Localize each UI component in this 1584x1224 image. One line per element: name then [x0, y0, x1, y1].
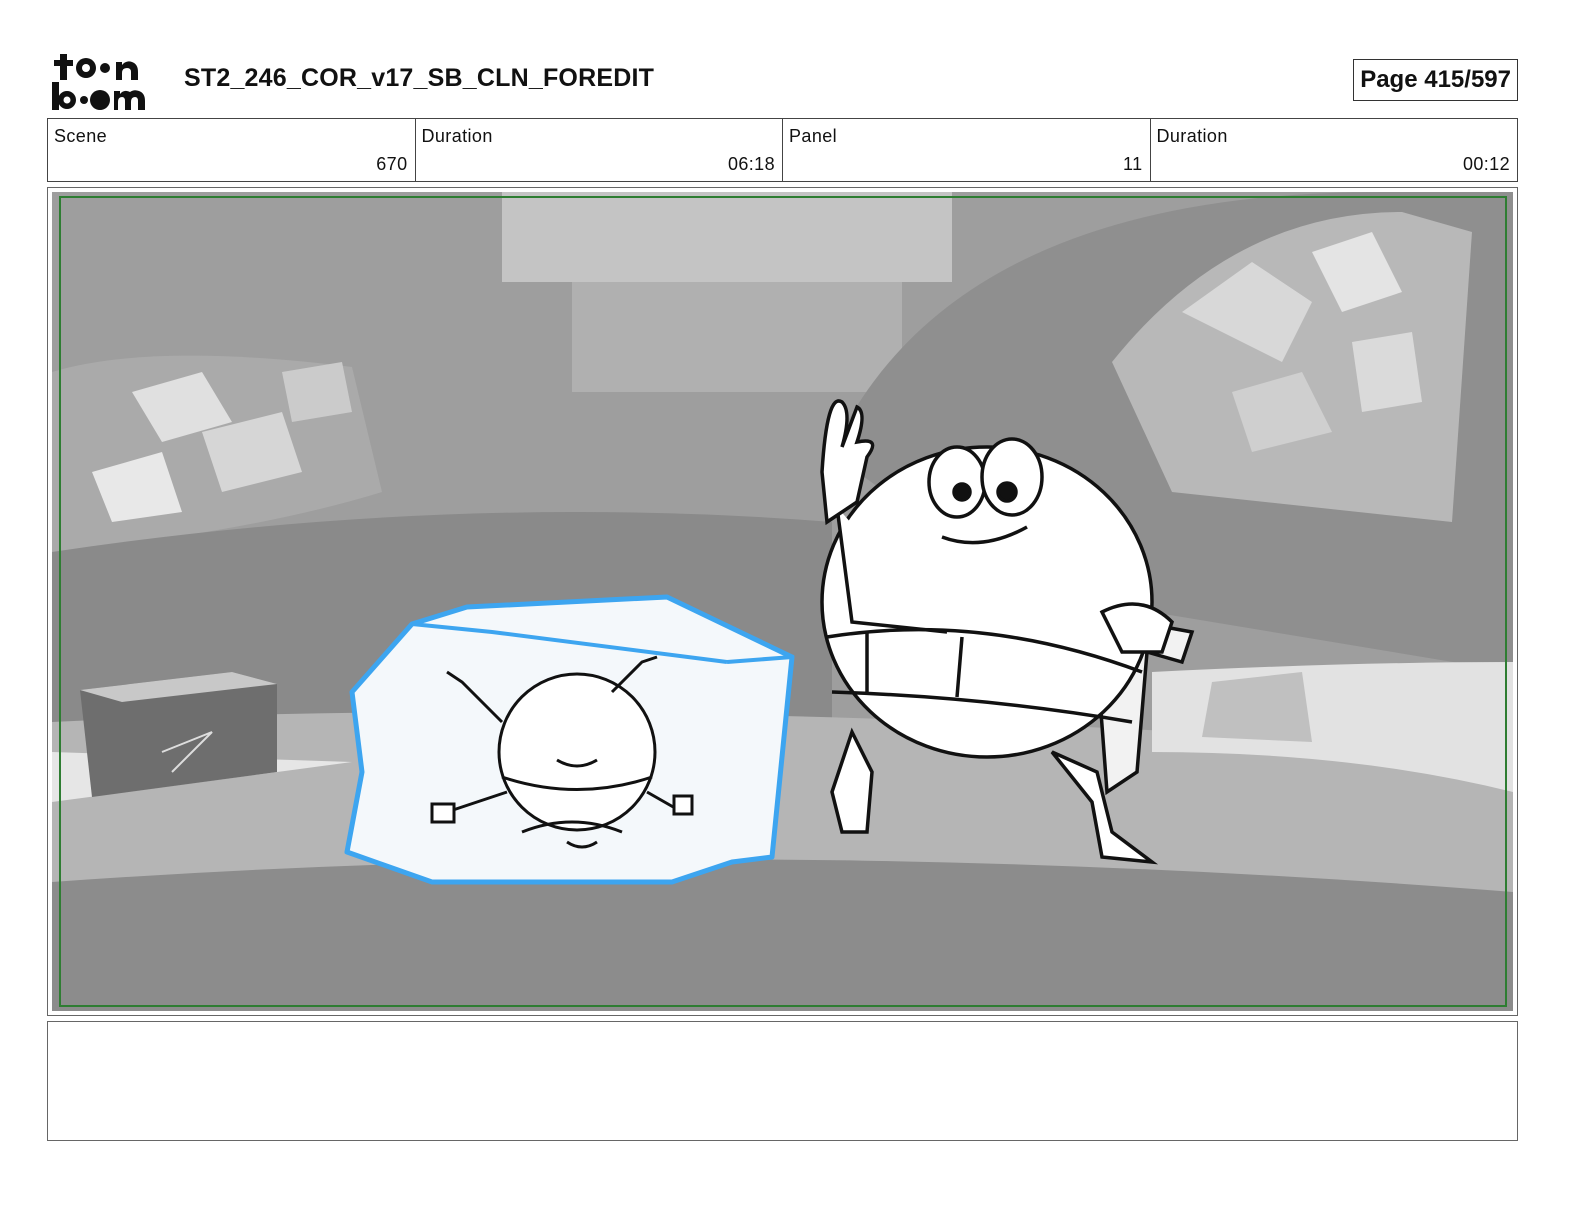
scene-value: 670 [376, 154, 408, 174]
document-title: ST2_246_COR_v17_SB_CLN_FOREDIT [184, 64, 655, 92]
page-number: Page 415/597 [1353, 59, 1518, 101]
panel-cell: Panel 11 [783, 119, 1151, 181]
scene-cell: Scene 670 [48, 119, 416, 181]
scene-duration-cell: Duration 06:18 [416, 119, 783, 181]
scene-duration-value: 06:18 [727, 154, 775, 174]
panel-label: Panel [789, 126, 838, 146]
panel-duration-value: 00:12 [1462, 154, 1510, 174]
panel-value: 11 [1123, 154, 1143, 174]
scene-label: Scene [54, 126, 108, 146]
panel-duration-label: Duration [1156, 126, 1228, 146]
safe-area-frame [59, 196, 1507, 1007]
toon-boom-logo [52, 54, 145, 110]
scene-info-table: Scene 670 Duration 06:18 Panel 11 Durati… [47, 118, 1518, 182]
panel-notes-box [47, 1021, 1518, 1141]
scene-duration-label: Duration [421, 126, 493, 146]
panel-duration-cell: Duration 00:12 [1151, 119, 1518, 181]
